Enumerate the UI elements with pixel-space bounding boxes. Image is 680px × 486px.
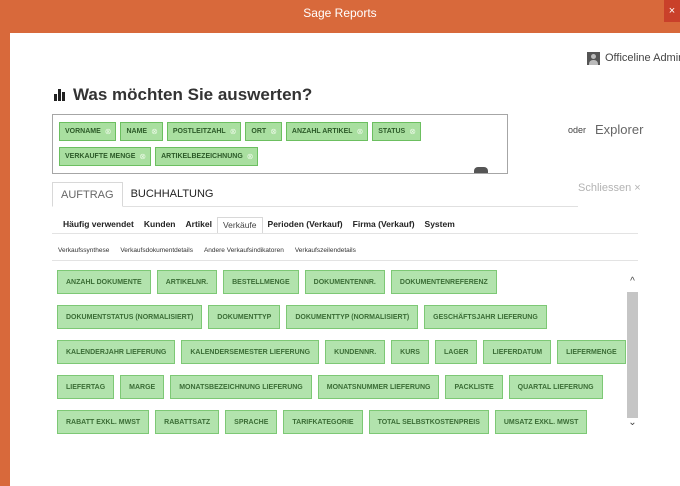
bar-chart-icon xyxy=(54,89,67,101)
category-tab[interactable]: Verkäufe xyxy=(216,217,263,234)
selected-field-label: POSTLEITZAHL xyxy=(172,128,226,135)
field-chip[interactable]: DOKUMENTTYP xyxy=(208,305,281,329)
field-chip[interactable]: LIEFERMENGE xyxy=(557,340,626,364)
category-tab[interactable]: Häufig verwendet xyxy=(58,217,139,234)
remove-icon[interactable]: ⊗ xyxy=(151,127,158,136)
field-chip[interactable]: DOKUMENTTYP (NORMALISIERT) xyxy=(286,305,419,329)
field-row: LIEFERTAG MARGE MONATSBEZEICHNUNG LIEFERUN… xyxy=(57,375,617,399)
scroll-down-arrow-icon[interactable]: ⌄ xyxy=(626,417,639,429)
field-chip[interactable]: LIEFERTAG xyxy=(57,375,115,399)
user-name: Officeline Admin xyxy=(605,52,680,64)
selected-field-tag[interactable]: ORT ⊗ xyxy=(245,122,282,141)
selected-field-tag[interactable]: VERKAUFTE MENGE ⊗ xyxy=(59,147,152,166)
main-tabs: AUFTRAG BUCHHALTUNG xyxy=(52,182,578,207)
field-chip[interactable]: MONATSBEZEICHNUNG LIEFERUNG xyxy=(170,375,312,399)
divider xyxy=(52,233,638,234)
page-heading: Was möchten Sie auswerten? xyxy=(54,85,312,105)
explorer-prefix: oder xyxy=(568,125,587,135)
remove-icon[interactable]: ⊗ xyxy=(357,127,364,136)
selected-fields-box[interactable]: VORNAME ⊗ NAME ⊗ POSTLEITZAHL ⊗ ORT ⊗ ANZAHL ART… xyxy=(52,114,508,174)
window-title: Sage Reports xyxy=(303,6,377,20)
field-chip[interactable]: RABATTSATZ xyxy=(155,410,220,434)
available-fields-grid: ANZAHL DOKUMENTE ARTIKELNR. BESTELLMENGE DO… xyxy=(57,270,626,445)
field-row: KALENDERJAHR LIEFERUNG KALENDERSEMESTER L… xyxy=(57,340,626,364)
field-chip[interactable]: DOKUMENTSTATUS (NORMALISIERT) xyxy=(57,305,203,329)
field-chip[interactable]: LIEFERDATUM xyxy=(483,340,552,364)
divider xyxy=(52,260,638,261)
remove-icon[interactable]: ⊗ xyxy=(247,152,254,161)
subcategory-tab[interactable]: Verkaufsdokumentdetails xyxy=(120,247,193,254)
selected-field-tag[interactable]: STATUS ⊗ xyxy=(372,122,421,141)
subcategory-tab[interactable]: Andere Verkaufsindikatoren xyxy=(204,247,284,254)
field-chip[interactable]: GESCHÄFTSJAHR LIEFERUNG xyxy=(424,305,547,329)
selected-fields-row: VERKAUFTE MENGE ⊗ ARTIKELBEZEICHNUNG ⊗ xyxy=(59,147,259,166)
selected-field-label: ORT xyxy=(251,128,267,135)
window-frame xyxy=(0,33,10,486)
remove-icon[interactable]: ⊗ xyxy=(230,127,237,136)
field-chip[interactable]: KALENDERJAHR LIEFERUNG xyxy=(57,340,176,364)
field-chip[interactable]: TOTAL SELBSTKOSTENPREIS xyxy=(368,410,489,434)
field-chip[interactable]: PACKLISTE xyxy=(445,375,503,399)
field-chip[interactable]: KUNDENNR. xyxy=(325,340,386,364)
sub-tabs: Häufig verwendet Kunden Artikel Verkäufe Per… xyxy=(58,217,460,234)
selected-field-label: VERKAUFTE MENGE xyxy=(65,153,136,160)
selected-field-label: NAME xyxy=(126,128,148,135)
subcategory-tab[interactable]: Verkaufszeilendetails xyxy=(295,247,356,254)
tab-auftrag[interactable]: AUFTRAG xyxy=(52,182,123,207)
remove-icon[interactable]: ⊗ xyxy=(105,127,112,136)
selected-field-tag[interactable]: VORNAME ⊗ xyxy=(59,122,117,141)
box-scroll-handle[interactable] xyxy=(474,167,488,173)
field-chip[interactable]: ANZAHL DOKUMENTE xyxy=(57,270,151,294)
tab-buchhaltung[interactable]: BUCHHALTUNG xyxy=(123,182,222,207)
field-row: RABATT EXKL. MWST RABATTSATZ SPRACHE TARIFK… xyxy=(57,410,617,434)
remove-icon[interactable]: ⊗ xyxy=(139,152,146,161)
selected-field-tag[interactable]: ARTIKELBEZEICHNUNG ⊗ xyxy=(155,147,259,166)
user-avatar-icon xyxy=(587,51,600,65)
selected-field-label: ANZAHL ARTIKEL xyxy=(291,128,353,135)
field-chip[interactable]: MONATSNUMMER LIEFERUNG xyxy=(317,375,440,399)
subcategory-tab[interactable]: Verkaufssynthese xyxy=(58,247,109,254)
field-chip[interactable]: KALENDERSEMESTER LIEFERUNG xyxy=(181,340,320,364)
page-title: Was möchten Sie auswerten? xyxy=(73,85,313,104)
field-chip[interactable]: DOKUMENTENREFERENZ xyxy=(390,270,497,294)
remove-icon[interactable]: ⊗ xyxy=(270,127,277,136)
selected-fields-row: VORNAME ⊗ NAME ⊗ POSTLEITZAHL ⊗ ORT ⊗ ANZAHL ART… xyxy=(59,122,421,141)
field-chip[interactable]: RABATT EXKL. MWST xyxy=(57,410,150,434)
selected-field-label: ARTIKELBEZEICHNUNG xyxy=(161,153,243,160)
field-chip[interactable]: TARIFKATEGORIE xyxy=(283,410,363,434)
category-tab[interactable]: Firma (Verkauf) xyxy=(348,217,420,234)
field-chip[interactable]: SPRACHE xyxy=(225,410,278,434)
field-chip[interactable]: LAGER xyxy=(434,340,478,364)
category-tab[interactable]: System xyxy=(420,217,460,234)
field-chip[interactable]: UMSATZ EXKL. MWST xyxy=(494,410,588,434)
category-tab[interactable]: Perioden (Verkauf) xyxy=(263,217,348,234)
field-row: ANZAHL DOKUMENTE ARTIKELNR. BESTELLMENGE DO… xyxy=(57,270,617,294)
selected-field-tag[interactable]: NAME ⊗ xyxy=(120,122,163,141)
field-chip[interactable]: DOKUMENTENNR. xyxy=(304,270,385,294)
scroll-thumb[interactable] xyxy=(627,292,638,418)
scroll-up-arrow-icon[interactable]: ^ xyxy=(626,276,639,288)
explorer-link[interactable]: Explorer xyxy=(595,122,643,137)
field-chip[interactable]: MARGE xyxy=(120,375,165,399)
selected-field-label: VORNAME xyxy=(65,128,101,135)
selected-field-label: STATUS xyxy=(378,128,406,135)
field-chip[interactable]: ARTIKELNR. xyxy=(156,270,218,294)
field-row: DOKUMENTSTATUS (NORMALISIERT) DOKUMENTTYP… xyxy=(57,305,617,329)
selected-field-tag[interactable]: POSTLEITZAHL ⊗ xyxy=(166,122,242,141)
field-chip[interactable]: QUARTAL LIEFERUNG xyxy=(508,375,603,399)
close-link[interactable]: Schliessen × xyxy=(578,182,641,194)
remove-icon[interactable]: ⊗ xyxy=(409,127,416,136)
fields-scrollbar[interactable]: ^ ⌄ xyxy=(626,263,639,435)
category-tab[interactable]: Artikel xyxy=(181,217,217,234)
selected-field-tag[interactable]: ANZAHL ARTIKEL ⊗ xyxy=(285,122,369,141)
window-close-button[interactable]: × xyxy=(664,0,680,22)
user-menu[interactable]: Officeline Admin xyxy=(587,50,680,66)
field-chip[interactable]: BESTELLMENGE xyxy=(223,270,299,294)
sub-sub-tabs: Verkaufssynthese Verkaufsdokumentdetails A… xyxy=(58,247,356,254)
category-tab[interactable]: Kunden xyxy=(139,217,181,234)
field-chip[interactable]: KURS xyxy=(391,340,429,364)
